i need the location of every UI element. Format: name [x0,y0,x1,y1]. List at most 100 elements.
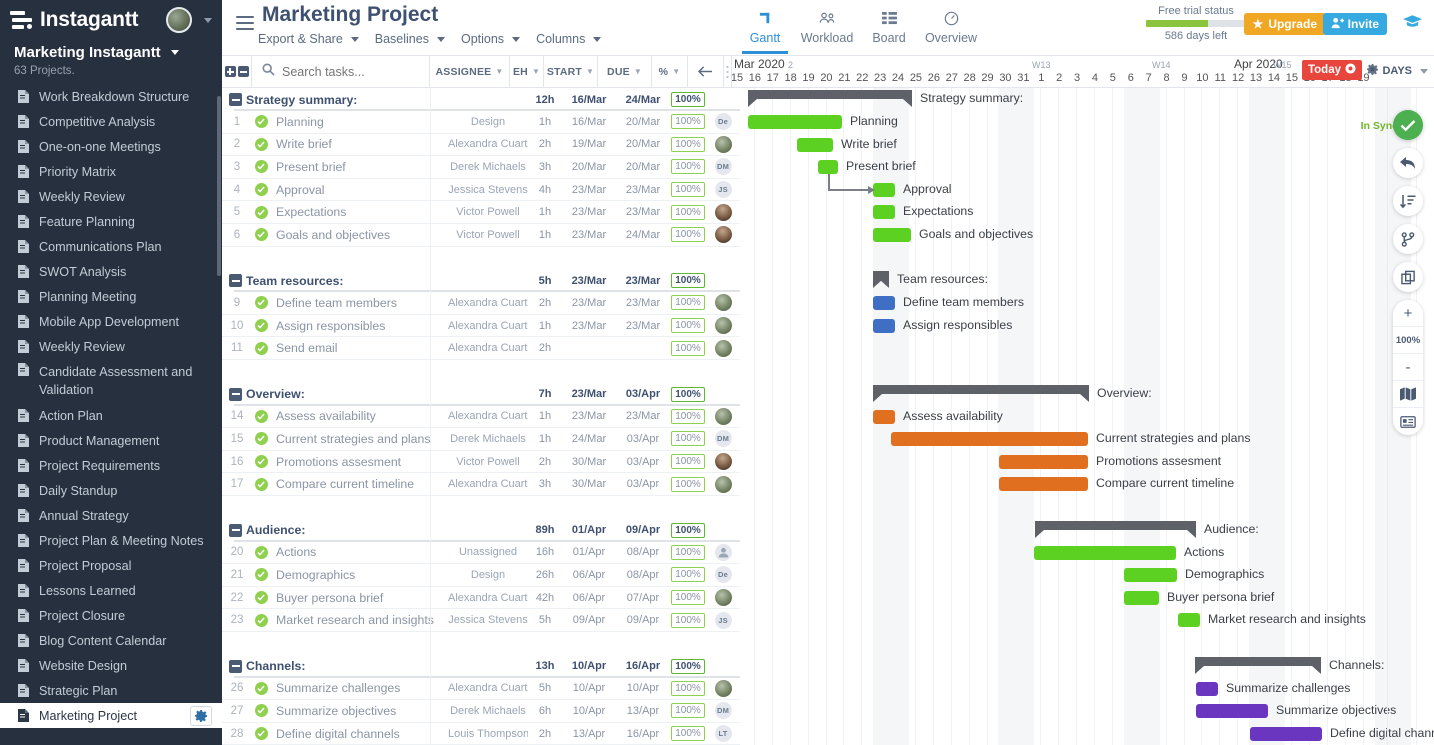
task-group-row[interactable]: Overview:7h23/Mar03/Apr100% [222,383,740,406]
gantt-summary-bar[interactable] [748,90,912,99]
cell-assignee[interactable]: Louis Thompson [448,728,528,740]
cell-task-name[interactable]: Actions [270,545,448,559]
sidebar-project-item[interactable]: Candidate Assessment and Validation [0,359,222,403]
cell-estimated-hours[interactable]: 26h [528,569,562,581]
sidebar-project-item[interactable]: Marketing Project [0,703,222,728]
cell-assignee[interactable]: Derek Michaels [448,433,528,445]
upgrade-button[interactable]: ★ Upgrade [1244,13,1326,35]
table-row[interactable]: 15Current strategies and plansDerek Mich… [222,428,740,451]
cell-start-date[interactable]: 19/Mar [562,138,616,150]
sidebar-project-item[interactable]: Weekly Review [0,334,222,359]
avatar[interactable]: DM [715,702,732,719]
task-complete-icon[interactable] [255,183,268,196]
branch-dependencies-button[interactable] [1393,224,1423,254]
cell-percent[interactable]: 100% [670,295,706,310]
cell-task-name[interactable]: Define digital channels [270,727,448,741]
cell-estimated-hours[interactable]: 2h [528,342,562,354]
column-header-due[interactable]: DUE ▼ [598,56,652,87]
cell-assignee[interactable]: Alexandra Cuart... [448,342,528,354]
timeline-header[interactable]: Today DAYS 15161718192021222324252627282… [732,56,1434,87]
cell-assignee[interactable]: Victor Powell [448,206,528,218]
sidebar-project-item[interactable]: Communications Plan [0,234,222,259]
sidebar-project-item[interactable]: Website Design [0,653,222,678]
avatar[interactable] [715,680,732,697]
task-complete-icon[interactable] [255,704,268,717]
cell-due-date[interactable]: 20/Mar [616,161,670,173]
cell-due-date[interactable]: 07/Apr [616,592,670,604]
table-row[interactable]: 26Summarize challengesAlexandra Cuart...… [222,678,740,701]
cell-percent[interactable]: 100% [670,205,706,220]
avatar[interactable]: JS [715,181,732,198]
project-list[interactable]: Work Breakdown StructureCompetitive Anal… [0,84,222,745]
hamburger-menu-icon[interactable] [236,16,254,34]
gantt-task-bar[interactable] [1124,591,1159,605]
cell-assignee[interactable]: Alexandra Cuart... [448,410,528,422]
table-row[interactable]: 28Define digital channelsLouis Thompson2… [222,723,740,745]
cell-assignee[interactable]: Alexandra Cuart... [448,320,528,332]
cell-estimated-hours[interactable]: 1h [528,410,562,422]
cell-start-date[interactable]: 06/Apr [562,569,616,581]
task-group-row[interactable]: Team resources:5h23/Mar23/Mar100% [222,269,740,292]
group-collapse-toggle[interactable] [229,660,242,673]
sidebar-project-item[interactable]: Feature Planning [0,209,222,234]
gantt-task-bar[interactable] [873,319,895,333]
cell-start-date[interactable]: 10/Apr [562,682,616,694]
today-button[interactable]: Today [1302,60,1362,80]
menu-baselines[interactable]: Baselines [375,32,445,46]
tab-workload[interactable]: Workload [796,4,858,45]
table-row[interactable]: 11Send emailAlexandra Cuart...2h100% [222,337,740,360]
menu-options[interactable]: Options [461,32,520,46]
cell-percent[interactable]: 100% [670,137,706,152]
cell-start-date[interactable]: 24/Mar [562,433,616,445]
cell-start-date[interactable]: 30/Mar [562,456,616,468]
zoom-in-button[interactable]: + [1393,300,1423,327]
workspace-selector[interactable]: Marketing Instagantt 63 Projects. [0,40,222,87]
legend-button[interactable] [1393,408,1423,435]
cell-start-date[interactable]: 09/Apr [562,614,616,626]
cell-task-name[interactable]: Send email [270,341,448,355]
task-complete-icon[interactable] [255,160,268,173]
cell-percent[interactable]: 100% [670,114,706,129]
table-row[interactable]: 9Define team membersAlexandra Cuart...2h… [222,292,740,315]
cell-percent[interactable]: 100% [670,613,706,628]
task-complete-icon[interactable] [255,115,268,128]
cell-task-name[interactable]: Define team members [270,296,448,310]
chevron-down-icon[interactable] [204,18,212,23]
cell-assignee[interactable]: Unassigned [448,546,528,558]
cell-estimated-hours[interactable]: 1h [528,206,562,218]
cell-assignee[interactable]: Derek Michaels [448,705,528,717]
sidebar-project-item[interactable]: Project Plan & Meeting Notes [0,528,222,553]
cell-percent[interactable]: 100% [670,567,706,582]
cell-estimated-hours[interactable]: 42h [528,592,562,604]
task-complete-icon[interactable] [255,546,268,559]
cell-estimated-hours[interactable]: 3h [528,161,562,173]
cell-start-date[interactable]: 13/Apr [562,728,616,740]
project-settings-gear-icon[interactable] [190,706,212,726]
expand-all-button[interactable] [225,66,236,77]
zoom-out-button[interactable]: - [1393,354,1423,381]
table-row[interactable]: 21DemographicsDesign26h06/Apr08/Apr100%D… [222,564,740,587]
cell-estimated-hours[interactable]: 3h [528,478,562,490]
sidebar-project-item[interactable]: Blog Content Calendar [0,628,222,653]
cell-task-name[interactable]: Present brief [270,160,448,174]
sidebar-project-item[interactable]: Action Plan [0,403,222,428]
table-row[interactable]: 1PlanningDesign1h16/Mar20/Mar100%De [222,111,740,134]
gantt-task-bar[interactable] [999,455,1088,469]
cell-task-name[interactable]: Assess availability [270,409,448,423]
task-complete-icon[interactable] [255,138,268,151]
sidebar-project-item[interactable]: Mobile App Development [0,309,222,334]
cell-due-date[interactable]: 10/Apr [616,682,670,694]
cell-due-date[interactable]: 09/Apr [616,614,670,626]
gantt-task-bar[interactable] [873,183,895,197]
cell-task-name[interactable]: Summarize objectives [270,704,448,718]
table-row[interactable]: 4ApprovalJessica Stevens4h23/Mar23/Mar10… [222,179,740,202]
avatar[interactable]: De [715,113,732,130]
avatar[interactable] [715,453,732,470]
sidebar-project-item[interactable]: Weekly Review [0,184,222,209]
cell-task-name[interactable]: Buyer persona brief [270,591,448,605]
cell-task-name[interactable]: Goals and objectives [270,228,448,242]
tab-gantt[interactable]: Gantt [734,4,796,45]
avatar[interactable] [715,294,732,311]
cell-task-name[interactable]: Summarize challenges [270,681,448,695]
task-complete-icon[interactable] [255,296,268,309]
